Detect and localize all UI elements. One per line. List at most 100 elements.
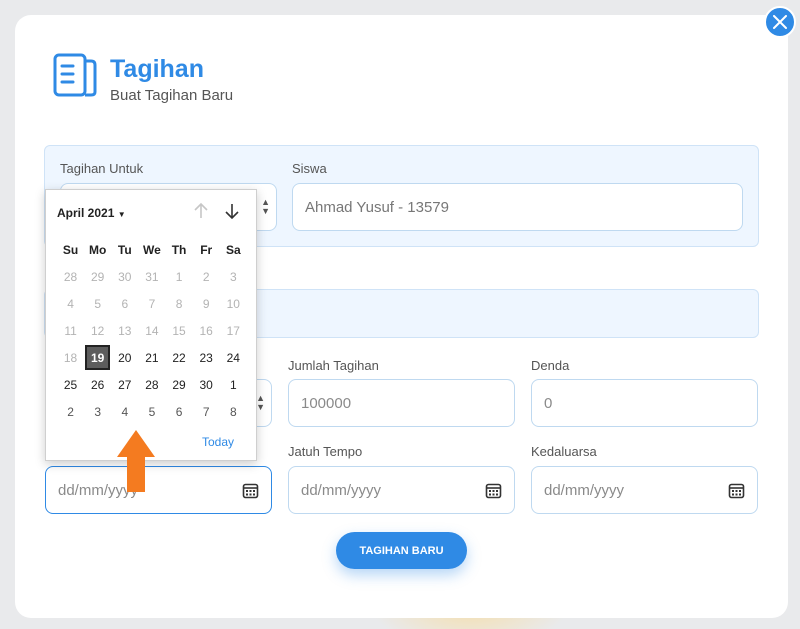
month-year-selector[interactable]: April 2021 ▼ bbox=[57, 206, 126, 220]
today-button[interactable]: Today bbox=[202, 435, 234, 449]
day-number: 25 bbox=[63, 377, 78, 392]
jatuh-tempo-input[interactable]: dd/mm/yyyy bbox=[288, 466, 515, 514]
day-number: 29 bbox=[172, 377, 186, 392]
calendar-day: 9 bbox=[193, 290, 220, 317]
day-number: 1 bbox=[229, 377, 237, 392]
calendar-week-row: 4 5 6 7 8 9 10 bbox=[57, 290, 247, 317]
day-number: 9 bbox=[202, 296, 210, 311]
calendar-week-row: 28 29 30 31 1 2 3 bbox=[57, 263, 247, 290]
calendar-week-row: 11 12 13 14 15 16 17 bbox=[57, 317, 247, 344]
day-number: 15 bbox=[172, 323, 186, 338]
day-number: 5 bbox=[94, 296, 102, 311]
calendar-day: 13 bbox=[111, 317, 138, 344]
page-subtitle: Buat Tagihan Baru bbox=[110, 87, 234, 104]
siswa-input[interactable]: Ahmad Yusuf - 13579 bbox=[292, 183, 743, 231]
calendar-day[interactable]: 27 bbox=[111, 371, 138, 398]
calendar-weeks: 28 29 30 31 1 2 3 4 5 6 7 8 9 10 11 12 13 14 15 16 17 18 19 20 2… bbox=[57, 263, 247, 425]
day-number: 14 bbox=[145, 323, 159, 338]
weekday-label: Su bbox=[62, 242, 79, 257]
day-number: 30 bbox=[118, 269, 132, 284]
calendar-day[interactable]: 8 bbox=[220, 398, 247, 425]
day-number: 17 bbox=[226, 323, 240, 338]
calendar-day[interactable]: 7 bbox=[193, 398, 220, 425]
calendar-day: 2 bbox=[193, 263, 220, 290]
day-number: 23 bbox=[199, 350, 213, 365]
tanggal-input[interactable]: dd/mm/yyyy bbox=[45, 466, 272, 514]
calendar-day[interactable]: 2 bbox=[57, 398, 84, 425]
calendar-day: 30 bbox=[111, 263, 138, 290]
day-number: 10 bbox=[226, 296, 240, 311]
close-button[interactable] bbox=[764, 6, 796, 38]
calendar-day[interactable]: 6 bbox=[166, 398, 193, 425]
calendar-day[interactable]: 28 bbox=[138, 371, 165, 398]
day-number: 21 bbox=[145, 350, 159, 365]
day-number: 8 bbox=[229, 404, 237, 419]
day-number: 28 bbox=[63, 269, 78, 284]
arrow-down-icon[interactable] bbox=[223, 202, 241, 220]
calendar-day[interactable]: 23 bbox=[193, 344, 220, 371]
day-number: 2 bbox=[67, 404, 74, 419]
tagihan-baru-button[interactable]: TAGIHAN BARU bbox=[336, 532, 467, 569]
calendar-day[interactable]: 21 bbox=[138, 344, 165, 371]
calendar-grid: Su Mo Tu We Th Fr Sa 28 29 30 31 1 2 3 4 5 6 7 8 9 10 11 12 13… bbox=[57, 236, 247, 425]
calendar-icon[interactable] bbox=[728, 482, 745, 499]
denda-input[interactable]: 0 bbox=[531, 379, 758, 427]
document-icon bbox=[53, 53, 97, 97]
jumlah-tagihan-label: Jumlah Tagihan bbox=[288, 358, 379, 373]
weekday-label: Th bbox=[171, 242, 187, 257]
date-picker-popup: April 2021 ▼ Su Mo Tu We Th Fr Sa 28 29 30 31 1 2 3 4… bbox=[45, 189, 257, 461]
calendar-day: 17 bbox=[220, 317, 247, 344]
calendar-day: 12 bbox=[84, 317, 111, 344]
day-number: 6 bbox=[175, 404, 183, 419]
weekday-label: Tu bbox=[117, 242, 132, 257]
calendar-day[interactable]: 22 bbox=[166, 344, 193, 371]
calendar-day[interactable]: 29 bbox=[166, 371, 193, 398]
calendar-day[interactable]: 24 bbox=[220, 344, 247, 371]
weekday-label: Sa bbox=[225, 242, 241, 257]
day-number: 3 bbox=[94, 404, 102, 419]
calendar-icon[interactable] bbox=[242, 482, 259, 499]
day-number: 26 bbox=[91, 377, 105, 392]
day-number: 28 bbox=[145, 377, 159, 392]
calendar-day: 14 bbox=[138, 317, 165, 344]
day-number: 18 bbox=[63, 350, 78, 365]
calendar-day[interactable]: 30 bbox=[193, 371, 220, 398]
calendar-day: 3 bbox=[220, 263, 247, 290]
weekday-label: We bbox=[143, 242, 161, 257]
calendar-day[interactable]: 5 bbox=[138, 398, 165, 425]
calendar-day: 7 bbox=[138, 290, 165, 317]
day-number: 12 bbox=[91, 323, 105, 338]
calendar-week-row: 2 3 4 5 6 7 8 bbox=[57, 398, 247, 425]
calendar-day: 28 bbox=[57, 263, 84, 290]
siswa-label: Siswa bbox=[292, 161, 327, 176]
calendar-day: 1 bbox=[166, 263, 193, 290]
jumlah-tagihan-input[interactable]: 100000 bbox=[288, 379, 515, 427]
selected-day[interactable]: 19 bbox=[84, 344, 111, 371]
calendar-day[interactable]: 3 bbox=[84, 398, 111, 425]
calendar-icon[interactable] bbox=[485, 482, 502, 499]
day-number: 8 bbox=[175, 296, 183, 311]
calendar-day[interactable]: 26 bbox=[84, 371, 111, 398]
day-number: 22 bbox=[172, 350, 186, 365]
day-number: 19 bbox=[85, 345, 111, 370]
calendar-day[interactable]: 4 bbox=[111, 398, 138, 425]
day-number: 3 bbox=[229, 269, 237, 284]
calendar-day: 31 bbox=[138, 263, 165, 290]
day-number: 4 bbox=[67, 296, 74, 311]
kedaluarsa-input[interactable]: dd/mm/yyyy bbox=[531, 466, 758, 514]
day-number: 31 bbox=[145, 269, 159, 284]
day-number: 1 bbox=[175, 269, 183, 284]
arrow-up-icon[interactable] bbox=[192, 202, 210, 220]
kedaluarsa-label: Kedaluarsa bbox=[531, 444, 597, 459]
calendar-day: 5 bbox=[84, 290, 111, 317]
calendar-day[interactable]: 25 bbox=[57, 371, 84, 398]
calendar-day: 18 bbox=[57, 344, 84, 371]
weekday-label: Fr bbox=[200, 242, 213, 257]
calendar-day[interactable]: 1 bbox=[220, 371, 247, 398]
calendar-day: 11 bbox=[57, 317, 84, 344]
select-arrows-icon: ▲ ▼ bbox=[256, 393, 265, 412]
jatuh-tempo-label: Jatuh Tempo bbox=[288, 444, 363, 459]
calendar-day: 29 bbox=[84, 263, 111, 290]
calendar-day[interactable]: 20 bbox=[111, 344, 138, 371]
day-number: 29 bbox=[91, 269, 105, 284]
